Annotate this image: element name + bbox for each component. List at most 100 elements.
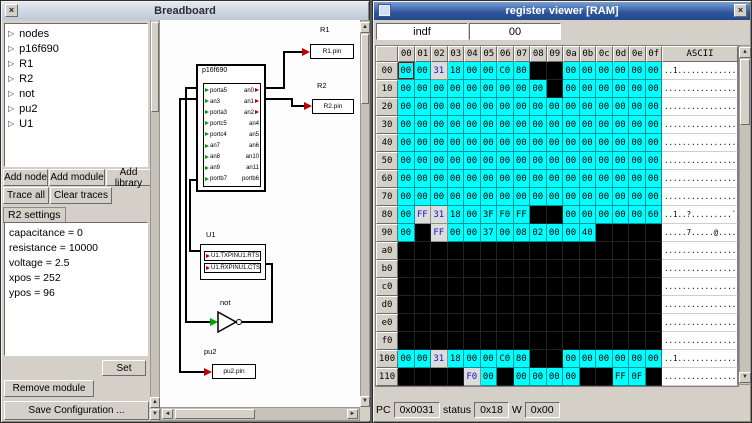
tree-item-not[interactable]: ▷not — [5, 86, 147, 101]
pin-label-an5[interactable]: an5 — [249, 132, 259, 138]
ram-cell-f0-8[interactable] — [530, 332, 547, 350]
ram-cell-40-d[interactable]: 00 — [613, 134, 630, 152]
add-library-button[interactable]: Add library — [106, 169, 151, 186]
u1-module-box[interactable]: U1.TXPINU1.RTS U1.RXPINU1.CTS — [200, 244, 266, 280]
ram-cell-b0-e[interactable] — [629, 260, 646, 278]
ram-cell-20-3[interactable]: 00 — [448, 98, 465, 116]
ram-cell-f0-1[interactable] — [415, 332, 432, 350]
ram-cell-00-d[interactable]: 00 — [613, 62, 630, 80]
ram-cell-c0-d[interactable] — [613, 278, 630, 296]
ram-cell-10-9[interactable] — [547, 80, 564, 98]
pin-label-portb6[interactable]: portb6 — [242, 176, 259, 182]
ram-cell-a0-7[interactable] — [514, 242, 531, 260]
ram-cell-50-e[interactable]: 00 — [629, 152, 646, 170]
ram-cell-70-4[interactable]: 00 — [464, 188, 481, 206]
ram-cell-80-b[interactable]: 00 — [580, 206, 597, 224]
tree-item-nodes[interactable]: ▷nodes — [5, 26, 147, 41]
ram-cell-100-e[interactable]: 00 — [629, 350, 646, 368]
pin-label-porta3[interactable]: porta3 — [205, 110, 227, 116]
ram-cell-90-7[interactable]: 08 — [514, 224, 531, 242]
ram-cell-00-1[interactable]: 00 — [415, 62, 432, 80]
ram-cell-c0-7[interactable] — [514, 278, 531, 296]
ram-cell-40-7[interactable]: 00 — [514, 134, 531, 152]
ram-cell-60-d[interactable]: 00 — [613, 170, 630, 188]
ram-cell-70-2[interactable]: 00 — [431, 188, 448, 206]
ram-cell-80-a[interactable]: 00 — [563, 206, 580, 224]
ram-cell-e0-f[interactable] — [646, 314, 663, 332]
expander-icon[interactable]: ▷ — [8, 104, 14, 113]
ram-cell-50-2[interactable]: 00 — [431, 152, 448, 170]
ram-cell-b0-b[interactable] — [580, 260, 597, 278]
ram-cell-90-e[interactable] — [629, 224, 646, 242]
ram-cell-100-a[interactable]: 00 — [563, 350, 580, 368]
ram-cell-60-4[interactable]: 00 — [464, 170, 481, 188]
ram-cell-10-7[interactable]: 00 — [514, 80, 531, 98]
ram-cell-50-4[interactable]: 00 — [464, 152, 481, 170]
ram-cell-a0-f[interactable] — [646, 242, 663, 260]
ram-cell-90-a[interactable]: 00 — [563, 224, 580, 242]
ram-cell-10-1[interactable]: 00 — [415, 80, 432, 98]
ram-cell-00-0[interactable]: 00 — [398, 62, 415, 80]
pin-label-an6[interactable]: an6 — [249, 143, 259, 149]
ram-cell-10-4[interactable]: 00 — [464, 80, 481, 98]
pin-label-portc4[interactable]: portc4 — [205, 132, 227, 138]
pin-label-an7[interactable]: an7 — [205, 143, 220, 149]
ram-cell-10-e[interactable]: 00 — [629, 80, 646, 98]
ram-cell-100-d[interactable]: 00 — [613, 350, 630, 368]
ram-cell-30-c[interactable]: 00 — [596, 116, 613, 134]
pin-label-portc5[interactable]: portc5 — [205, 121, 227, 127]
ram-cell-e0-2[interactable] — [431, 314, 448, 332]
tree-item-u1[interactable]: ▷U1 — [5, 116, 147, 131]
scroll-up-icon[interactable]: ▲ — [150, 397, 160, 408]
ram-cell-20-e[interactable]: 00 — [629, 98, 646, 116]
pin-label-an11[interactable]: an11 — [246, 165, 259, 171]
ram-cell-b0-d[interactable] — [613, 260, 630, 278]
ram-cell-20-c[interactable]: 00 — [596, 98, 613, 116]
ram-cell-c0-f[interactable] — [646, 278, 663, 296]
ram-cell-f0-a[interactable] — [563, 332, 580, 350]
ram-cell-e0-b[interactable] — [580, 314, 597, 332]
ram-cell-30-5[interactable]: 00 — [481, 116, 498, 134]
ram-cell-c0-e[interactable] — [629, 278, 646, 296]
ram-cell-90-d[interactable] — [613, 224, 630, 242]
ram-cell-00-3[interactable]: 18 — [448, 62, 465, 80]
ram-cell-a0-2[interactable] — [431, 242, 448, 260]
ram-cell-40-c[interactable]: 00 — [596, 134, 613, 152]
ram-cell-c0-2[interactable] — [431, 278, 448, 296]
ram-cell-90-b[interactable]: 40 — [580, 224, 597, 242]
ram-cell-e0-d[interactable] — [613, 314, 630, 332]
ram-cell-100-1[interactable]: 00 — [415, 350, 432, 368]
remove-module-button[interactable]: Remove module — [4, 380, 94, 397]
ram-cell-20-6[interactable]: 00 — [497, 98, 514, 116]
ram-cell-00-9[interactable] — [547, 62, 564, 80]
ram-cell-30-e[interactable]: 00 — [629, 116, 646, 134]
ram-cell-60-9[interactable]: 00 — [547, 170, 564, 188]
ram-cell-b0-3[interactable] — [448, 260, 465, 278]
ram-cell-a0-9[interactable] — [547, 242, 564, 260]
ram-cell-80-e[interactable]: 00 — [629, 206, 646, 224]
canvas-hscroll-thumb[interactable] — [175, 409, 255, 419]
ram-cell-50-d[interactable]: 00 — [613, 152, 630, 170]
ram-cell-90-2[interactable]: FF — [431, 224, 448, 242]
ram-cell-110-4[interactable]: F0 — [464, 368, 481, 386]
register-name-entry[interactable] — [376, 23, 468, 40]
ram-cell-e0-8[interactable] — [530, 314, 547, 332]
ram-cell-c0-5[interactable] — [481, 278, 498, 296]
ram-cell-b0-5[interactable] — [481, 260, 498, 278]
ram-cell-f0-2[interactable] — [431, 332, 448, 350]
ram-cell-60-b[interactable]: 00 — [580, 170, 597, 188]
ram-cell-110-3[interactable] — [448, 368, 465, 386]
ram-cell-90-8[interactable]: 02 — [530, 224, 547, 242]
ram-cell-e0-4[interactable] — [464, 314, 481, 332]
ram-cell-110-1[interactable] — [415, 368, 432, 386]
scroll-right-icon[interactable]: ► — [347, 409, 358, 419]
ram-cell-10-5[interactable]: 00 — [481, 80, 498, 98]
ram-cell-e0-a[interactable] — [563, 314, 580, 332]
pu2-pin-box[interactable]: pu2.pin — [212, 364, 256, 379]
ram-cell-f0-9[interactable] — [547, 332, 564, 350]
ram-cell-10-6[interactable]: 00 — [497, 80, 514, 98]
ram-cell-80-1[interactable]: FF — [415, 206, 432, 224]
ram-cell-a0-e[interactable] — [629, 242, 646, 260]
ram-cell-00-c[interactable]: 00 — [596, 62, 613, 80]
ram-cell-c0-9[interactable] — [547, 278, 564, 296]
